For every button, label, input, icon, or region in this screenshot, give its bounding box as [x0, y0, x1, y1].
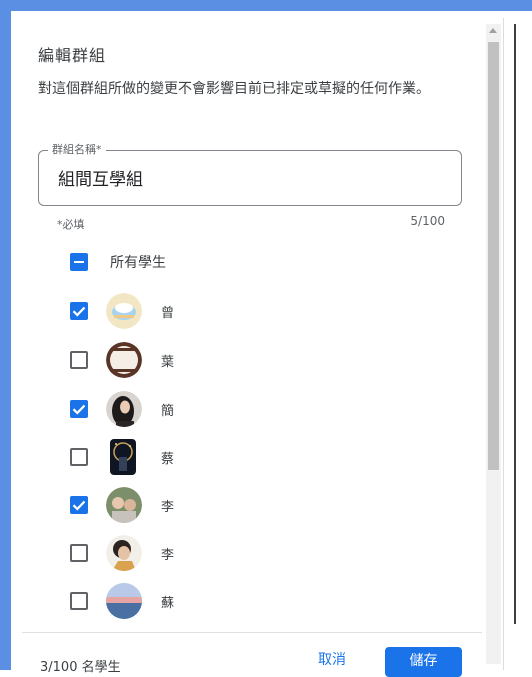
scroll-up-arrow-icon[interactable] — [489, 28, 497, 33]
avatar-cloud-icon — [106, 293, 142, 329]
student-name: 曾 — [161, 306, 175, 321]
selected-count: 3/100 名學生 — [40, 660, 121, 675]
student-checkbox[interactable] — [70, 496, 88, 514]
checkmark-icon — [72, 306, 86, 317]
student-row[interactable]: 李 — [70, 485, 450, 525]
checkmark-icon — [72, 404, 86, 415]
cancel-button[interactable]: 取消 — [318, 649, 346, 669]
scrollbar[interactable] — [486, 24, 501, 664]
dialog-title: 編輯群組 — [38, 46, 107, 65]
group-name-input[interactable] — [58, 167, 438, 187]
avatar-portrait-icon — [106, 391, 142, 427]
save-button[interactable]: 儲存 — [385, 647, 462, 677]
avatar-outdoor-icon — [106, 487, 142, 523]
student-row[interactable]: 葉 — [70, 340, 450, 380]
select-all-checkbox[interactable] — [70, 253, 88, 271]
avatar-frame-icon — [106, 342, 142, 378]
dialog-description: 對這個群組所做的變更不會影響目前已排定或草擬的任何作業。 — [38, 81, 430, 97]
required-hint: *必填 — [57, 218, 85, 231]
checkmark-icon — [72, 500, 86, 511]
avatar-selfie-icon — [106, 535, 142, 571]
char-counter: 5/100 — [410, 214, 445, 228]
student-name: 葉 — [161, 355, 175, 370]
student-checkbox[interactable] — [70, 302, 88, 320]
background-panel — [503, 18, 532, 670]
avatar-night-icon — [110, 439, 136, 475]
student-checkbox[interactable] — [70, 448, 88, 466]
student-row[interactable]: 蔡 — [70, 437, 450, 477]
student-name: 李 — [161, 500, 175, 515]
student-name: 簡 — [161, 404, 175, 419]
avatar-sunset-icon — [106, 583, 142, 619]
student-name: 李 — [161, 548, 175, 563]
student-checkbox[interactable] — [70, 400, 88, 418]
student-name: 蘇 — [161, 596, 175, 611]
student-checkbox[interactable] — [70, 592, 88, 610]
student-row[interactable]: 曾 — [70, 291, 450, 331]
student-row[interactable]: 李 — [70, 533, 450, 573]
student-row[interactable]: 蘇 — [70, 581, 450, 621]
select-all-row[interactable]: 所有學生 — [70, 242, 450, 282]
student-row[interactable]: 簡 — [70, 389, 450, 429]
select-all-label: 所有學生 — [110, 255, 166, 271]
student-name: 蔡 — [161, 452, 175, 467]
panel-divider — [514, 24, 516, 624]
dialog-footer: 3/100 名學生 取消 儲存 — [22, 632, 482, 677]
scrollbar-thumb[interactable] — [488, 42, 499, 470]
student-checkbox[interactable] — [70, 351, 88, 369]
group-name-label: 群組名稱* — [48, 141, 106, 157]
student-checkbox[interactable] — [70, 544, 88, 562]
